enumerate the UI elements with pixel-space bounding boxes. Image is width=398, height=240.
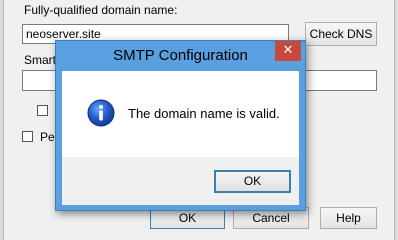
check-dns-button[interactable]: Check DNS [305, 22, 377, 46]
dialog-message-area: The domain name is valid. [62, 71, 299, 157]
option-checkbox-2[interactable] [22, 131, 33, 142]
dialog-title: SMTP Configuration [113, 47, 248, 64]
window-frame-right [394, 0, 398, 240]
fqdn-label: Fully-qualified domain name: [24, 3, 178, 17]
smtp-config-dialog: SMTP Configuration ✕ The domain name is … [55, 40, 306, 211]
dialog-body: The domain name is valid. OK [62, 71, 299, 205]
dialog-ok-button[interactable]: OK [214, 170, 291, 193]
dialog-message: The domain name is valid. [128, 106, 280, 121]
info-icon [87, 99, 115, 130]
window-frame-left [0, 0, 4, 240]
close-icon[interactable]: ✕ [275, 41, 301, 61]
option-checkbox-1[interactable] [37, 105, 48, 116]
help-button[interactable]: Help [320, 207, 377, 229]
